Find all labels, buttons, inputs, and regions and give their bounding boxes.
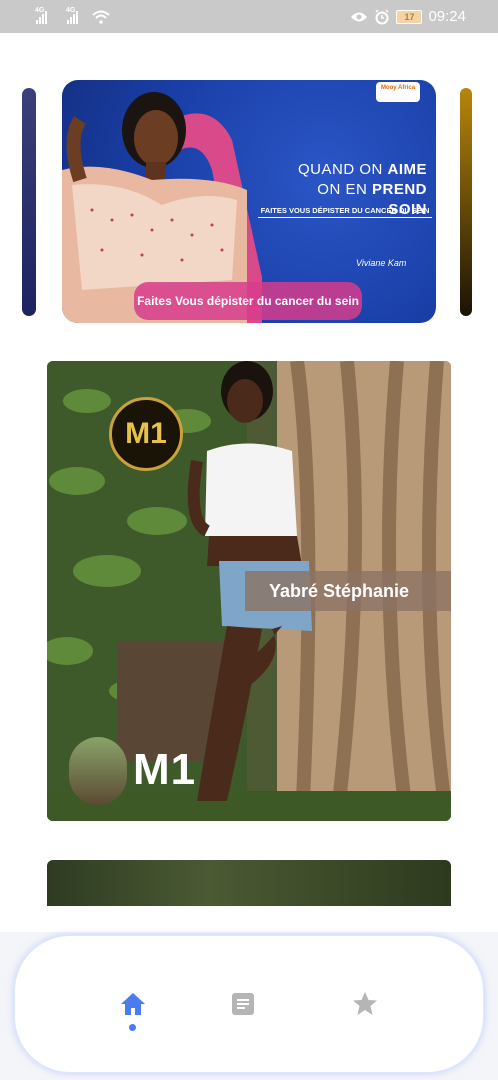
signal-icon: 4G <box>35 6 47 24</box>
headline-line1: QUAND ON <box>297 161 388 178</box>
star-icon <box>353 992 377 1015</box>
bottom-nav <box>14 935 484 1073</box>
battery-icon: 17 <box>396 9 423 24</box>
network-type-label-2: 4G <box>66 6 76 14</box>
document-icon <box>232 993 254 1015</box>
nav-favorites[interactable] <box>349 988 381 1020</box>
carousel-prev-card[interactable] <box>22 88 36 316</box>
alarm-icon <box>375 8 389 24</box>
next-candidate-card[interactable] <box>47 860 451 906</box>
banner-card[interactable]: Mooy Africa QUAND ON AIME ON EN PREND SO… <box>62 80 436 323</box>
candidate-card[interactable]: M1 Yabré Stéphanie M1 <box>47 361 451 821</box>
wifi-icon <box>92 10 110 24</box>
carousel-next-card[interactable] <box>460 88 472 316</box>
m1-logo: M1 <box>109 397 183 471</box>
nav-documents[interactable] <box>227 988 259 1020</box>
home-icon <box>121 993 145 1015</box>
banner-subline: FAITES VOUS DÉPISTER DU CANCER DU SEIN <box>258 206 432 218</box>
banner-caption: Faites Vous dépister du cancer du sein <box>134 282 362 320</box>
candidate-name: Yabré Stéphanie <box>245 571 451 611</box>
brand-logo: Mooy Africa <box>376 82 420 102</box>
headline-line1-bold: AIME <box>387 161 427 178</box>
m1-label: M1 <box>133 745 197 794</box>
active-indicator <box>129 1024 136 1031</box>
nav-home[interactable] <box>117 988 149 1020</box>
signal-icon-2: 4G <box>66 6 78 24</box>
signature: Viviane Kam <box>356 258 407 268</box>
clock: 09:24 <box>428 8 466 25</box>
eye-icon <box>351 12 368 21</box>
banner-carousel[interactable]: Mooy Africa QUAND ON AIME ON EN PREND SO… <box>0 80 498 325</box>
status-right: 17 09:24 <box>350 8 466 25</box>
network-type-label: 4G <box>35 6 45 14</box>
candidate-thumbnail <box>69 737 127 805</box>
status-bar: 4G 4G 17 09:24 <box>0 0 498 33</box>
headline-line2: ON EN <box>317 181 372 198</box>
status-left: 4G 4G <box>35 6 110 24</box>
